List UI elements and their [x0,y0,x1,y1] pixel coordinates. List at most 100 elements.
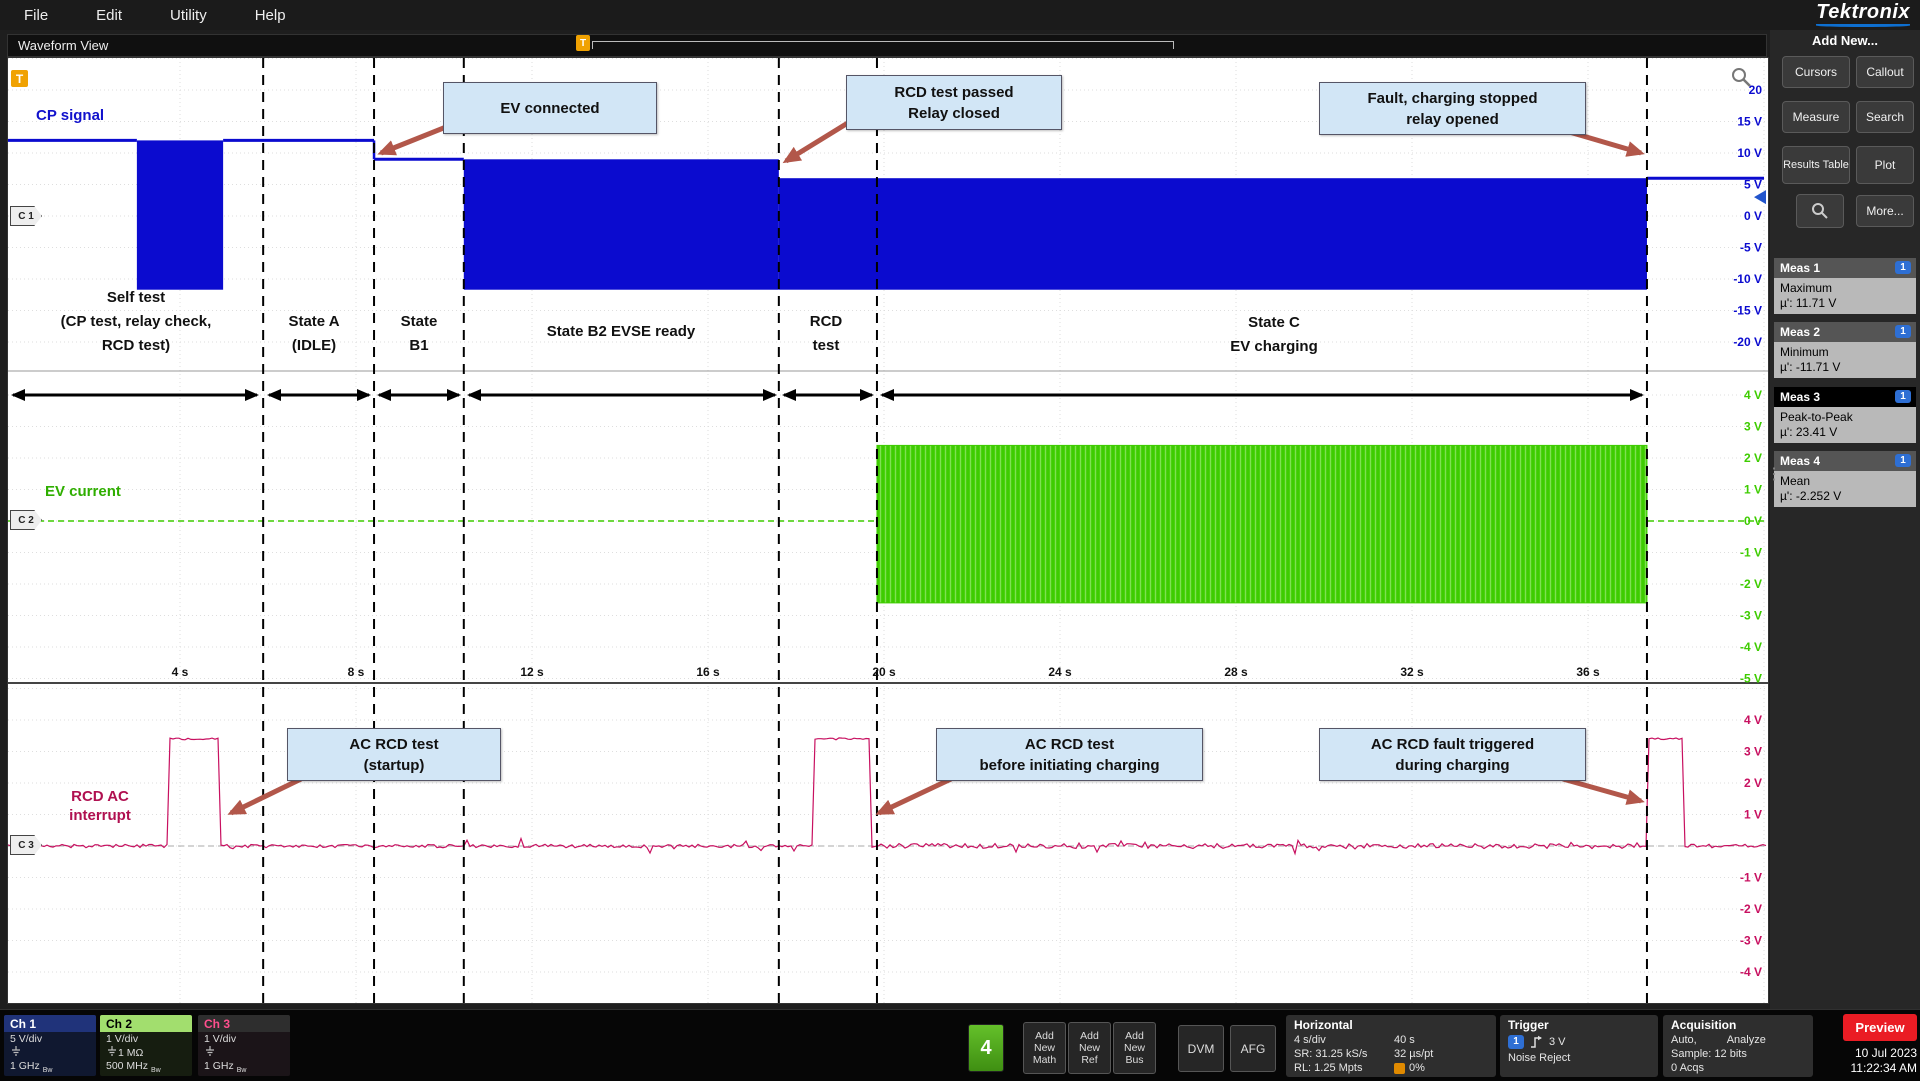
callout-text: RCD test passed [894,82,1013,103]
trigger-panel[interactable]: Trigger 1 3 V Noise Reject [1500,1015,1658,1077]
add-new-ref-button[interactable]: Add New Ref [1068,1022,1111,1074]
meas-1-header: Meas 1 1 [1774,258,1916,278]
horizontal-scale: 4 s/div [1294,1033,1394,1047]
trigger-source-badge: 1 [1508,1035,1524,1049]
menu-edit[interactable]: Edit [72,0,146,30]
callout-text: AC RCD test [1025,734,1114,755]
acquisition-sample: Sample: 12 bits [1671,1047,1747,1061]
ground-coupling-icon [10,1046,22,1056]
svg-text:8 s: 8 s [348,665,365,679]
acquisition-panel[interactable]: Acquisition Auto,Analyze Sample: 12 bits… [1663,1015,1813,1077]
callout-button[interactable]: Callout [1856,56,1914,88]
channel-3-block[interactable]: Ch 3 1 V/div 1 GHz Bw [198,1015,290,1076]
waveform-count-badge[interactable]: 4 [968,1024,1004,1072]
add-new-math-button[interactable]: Add New Math [1023,1022,1066,1074]
panel-splitter-handle[interactable]: ⋮ [1766,470,1782,479]
trigger-position-marker[interactable]: T [576,35,590,51]
bottom-bar: Ch 1 5 V/div 1 GHz Bw Ch 2 1 V/div 1 MΩ … [0,1009,1920,1081]
svg-text:24 s: 24 s [1048,665,1072,679]
horizontal-position-bracket[interactable] [592,41,1174,49]
state-label-state-a: State A (IDLE) [254,310,374,358]
state-b2-line1: State B2 EVSE ready [464,320,778,344]
waveform-plot-area[interactable]: 4 s8 s12 s16 s20 s24 s28 s32 s36 s2015 V… [7,57,1769,1004]
zoom-button[interactable] [1796,194,1844,228]
svg-text:3 V: 3 V [1744,745,1762,759]
channel-1-bandwidth: 1 GHz [10,1060,40,1072]
callout-text: Relay closed [908,103,1000,124]
search-button[interactable]: Search [1856,101,1914,133]
more-button[interactable]: More... [1856,195,1914,227]
meas-3-header: Meas 3 1 [1774,387,1916,407]
zoom-indicator-icon[interactable] [1730,66,1752,93]
rcd-label-line2: interrupt [44,806,156,825]
svg-text:-15 V: -15 V [1733,304,1762,318]
callout-text: (startup) [364,755,425,776]
meas-3-panel[interactable]: Meas 3 1 Peak-to-Peak µ': 23.41 V [1774,387,1916,443]
plot-button[interactable]: Plot [1856,146,1914,184]
callout-fault-charging-stopped[interactable]: Fault, charging stopped relay opened [1319,82,1586,135]
meas-1-panel[interactable]: Meas 1 1 Maximum µ': 11.71 V [1774,258,1916,314]
state-label-state-b2: State B2 EVSE ready [464,320,778,344]
channel-1-bw-flag: Bw [43,1067,53,1074]
meas-1-body: Maximum µ': 11.71 V [1774,278,1916,314]
svg-text:4 s: 4 s [172,665,189,679]
meas-1-name: Meas 1 [1780,261,1820,275]
menu-file[interactable]: File [0,0,72,30]
callout-ev-connected[interactable]: EV connected [443,82,657,134]
preview-button[interactable]: Preview [1843,1014,1917,1041]
svg-text:-4 V: -4 V [1740,965,1762,979]
meas-3-value: µ': 23.41 V [1780,425,1910,440]
callout-text: Fault, charging stopped [1367,88,1537,109]
horizontal-title: Horizontal [1286,1015,1496,1033]
callout-text: AC RCD fault triggered [1371,734,1534,755]
meas-4-name: Meas 4 [1780,454,1820,468]
state-label-state-b1: State B1 [379,310,459,358]
svg-text:-2 V: -2 V [1740,577,1762,591]
date-text: 10 Jul 2023 [1800,1046,1917,1061]
rcd-ac-interrupt-label: RCD AC interrupt [44,787,156,825]
menu-help[interactable]: Help [231,0,310,30]
cursors-button[interactable]: Cursors [1782,56,1850,88]
trigger-source-badge[interactable]: T [11,70,28,87]
meas-2-source-badge: 1 [1895,325,1911,338]
horizontal-resolution: 32 µs/pt [1394,1047,1433,1061]
callout-text: before initiating charging [979,755,1159,776]
channel-3-scale: 1 V/div [204,1033,284,1046]
rcd-test-line1: RCD [786,310,866,334]
meas-4-type: Mean [1780,474,1910,489]
menu-utility[interactable]: Utility [146,0,231,30]
meas-2-panel[interactable]: Meas 2 1 Minimum µ': -11.71 V [1774,322,1916,378]
state-c-line1: State C [1114,311,1434,335]
position-indicator-icon [1394,1063,1405,1074]
channel-2-scale: 1 V/div [106,1033,186,1046]
measure-button[interactable]: Measure [1782,101,1850,133]
callout-ac-rcd-fault-triggered[interactable]: AC RCD fault triggered during charging [1319,728,1586,781]
channel-3-label: Ch 3 [198,1015,290,1032]
meas-3-name: Meas 3 [1780,390,1820,404]
rcd-test-line2: test [786,334,866,358]
add-new-bus-button[interactable]: Add New Bus [1113,1022,1156,1074]
callout-text: relay opened [1406,109,1499,130]
svg-text:10 V: 10 V [1737,146,1762,160]
results-table-button[interactable]: Results Table [1782,146,1850,184]
meas-4-body: Mean µ': -2.252 V [1774,471,1916,507]
callout-ac-rcd-test-startup[interactable]: AC RCD test (startup) [287,728,501,781]
afg-button[interactable]: AFG [1230,1025,1276,1072]
meas-2-name: Meas 2 [1780,325,1820,339]
callout-ac-rcd-test-before-charging[interactable]: AC RCD test before initiating charging [936,728,1203,781]
channel-2-block[interactable]: Ch 2 1 V/div 1 MΩ 500 MHz Bw [100,1015,192,1076]
svg-text:0 V: 0 V [1744,514,1762,528]
state-a-line1: State A [254,310,374,334]
rising-edge-icon [1529,1035,1544,1050]
horizontal-panel[interactable]: Horizontal 4 s/div40 s SR: 31.25 kS/s32 … [1286,1015,1496,1077]
svg-text:-5 V: -5 V [1740,241,1762,255]
state-label-rcd-test: RCD test [786,310,866,358]
callout-rcd-test-passed[interactable]: RCD test passed Relay closed [846,75,1062,130]
meas-4-panel[interactable]: Meas 4 1 Mean µ': -2.252 V [1774,451,1916,507]
tektronix-logo: Tektronix [1816,1,1910,27]
svg-text:1 V: 1 V [1744,483,1762,497]
menu-bar: File Edit Utility Help Tektronix [0,0,1920,30]
channel-1-block[interactable]: Ch 1 5 V/div 1 GHz Bw [4,1015,96,1076]
svg-text:20 s: 20 s [872,665,896,679]
dvm-button[interactable]: DVM [1178,1025,1224,1072]
